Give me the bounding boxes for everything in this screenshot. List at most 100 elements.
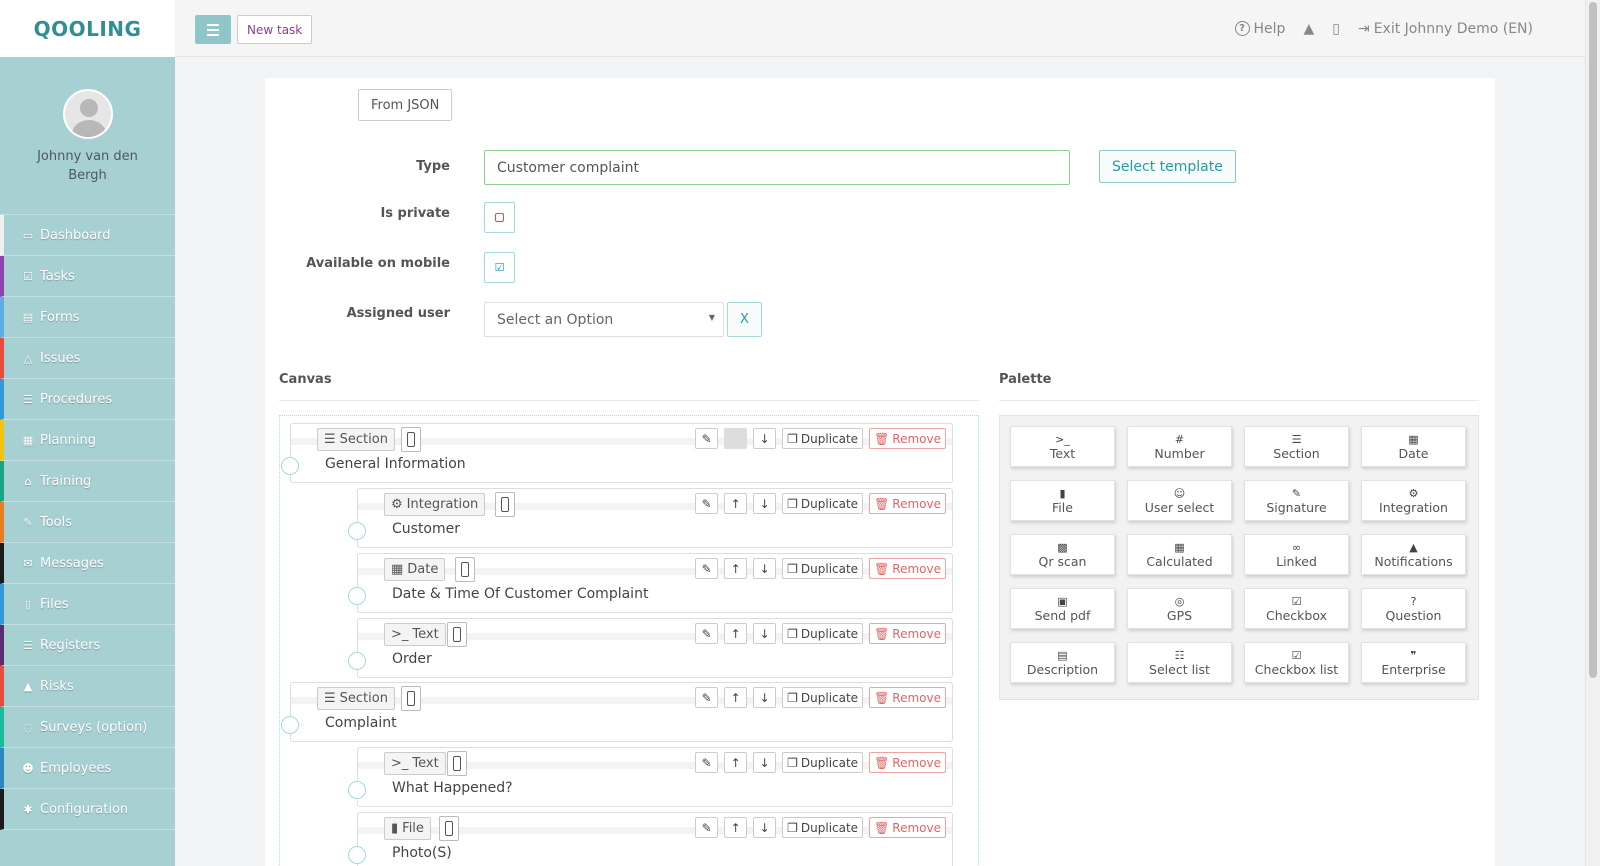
duplicate-button[interactable]: ❐ Duplicate: [782, 558, 864, 579]
mobile-icon[interactable]: [447, 622, 467, 647]
from-json-button[interactable]: From JSON: [358, 89, 453, 121]
duplicate-button[interactable]: ❐ Duplicate: [782, 752, 864, 773]
remove-button[interactable]: 🗑 Remove: [869, 817, 946, 838]
palette-item-section[interactable]: ☰ Section: [1244, 426, 1349, 467]
wrench-icon[interactable]: ✎: [695, 428, 719, 449]
palette-item-date[interactable]: ▦ Date: [1361, 426, 1466, 467]
canvas-element[interactable]: ☰ Section ✎ ↑ ↓ ❐ Duplicate 🗑 Remove Complaint: [281, 682, 953, 742]
arrow-up-icon[interactable]: ↑: [724, 623, 748, 644]
sidebar-item-risks[interactable]: ▲ Risks: [0, 666, 175, 707]
palette-item-select-list[interactable]: ☷ Select list: [1127, 642, 1232, 683]
app-logo[interactable]: QOOLING: [34, 17, 142, 41]
drag-handle[interactable]: [348, 781, 366, 799]
page-scrollbar[interactable]: [1585, 0, 1600, 866]
canvas-element[interactable]: ☰ Section ✎ ↓ ❐ Duplicate 🗑 Remove General Infor…: [281, 423, 953, 483]
duplicate-button[interactable]: ❐ Duplicate: [782, 428, 864, 449]
canvas-element[interactable]: ▮ File ✎ ↑ ↓ ❐ Duplicate 🗑 Remove Photo(S): [348, 812, 953, 866]
canvas-element[interactable]: >_ Text ✎ ↑ ↓ ❐ Duplicate 🗑 Remove Order: [348, 618, 953, 678]
sidebar-item-issues[interactable]: △ Issues: [0, 338, 175, 379]
avatar[interactable]: [62, 89, 113, 139]
palette-item-integration[interactable]: ⚙ Integration: [1361, 480, 1466, 521]
mobile-icon[interactable]: [401, 427, 421, 452]
logo-container[interactable]: QOOLING: [0, 0, 175, 57]
sidebar-item-configuration[interactable]: ✱ Configuration: [0, 789, 175, 830]
wrench-icon[interactable]: ✎: [695, 493, 719, 514]
duplicate-button[interactable]: ❐ Duplicate: [782, 817, 864, 838]
palette-item-linked[interactable]: ∞ Linked: [1244, 534, 1349, 575]
palette-item-notifications[interactable]: ▲ Notifications: [1361, 534, 1466, 575]
sidebar-item-employees[interactable]: ☻ Employees: [0, 748, 175, 789]
arrow-up-icon[interactable]: ↑: [724, 687, 748, 708]
duplicate-button[interactable]: ❐ Duplicate: [782, 687, 864, 708]
drag-handle[interactable]: [281, 716, 299, 734]
arrow-down-icon[interactable]: ↓: [753, 493, 777, 514]
sidebar-item-forms[interactable]: ▤ Forms: [0, 297, 175, 338]
palette-item-send-pdf[interactable]: ▣ Send pdf: [1010, 588, 1115, 629]
clear-assigned-user-button[interactable]: X: [727, 302, 762, 337]
sidebar-item-tasks[interactable]: ☑ Tasks: [0, 256, 175, 297]
available-mobile-checkbox[interactable]: ☑: [484, 252, 515, 283]
remove-button[interactable]: 🗑 Remove: [869, 623, 946, 644]
arrow-down-icon[interactable]: ↓: [753, 817, 777, 838]
form-canvas[interactable]: ☰ Section ✎ ↓ ❐ Duplicate 🗑 Remove General Infor…: [279, 415, 979, 866]
sidebar-item-messages[interactable]: ✉ Messages: [0, 543, 175, 584]
palette-item-text[interactable]: >_ Text: [1010, 426, 1115, 467]
duplicate-button[interactable]: ❐ Duplicate: [782, 493, 864, 514]
canvas-element[interactable]: ▦ Date ✎ ↑ ↓ ❐ Duplicate 🗑 Remove Date & Time Of …: [348, 553, 953, 613]
drag-handle[interactable]: [348, 846, 366, 864]
sidebar-item-dashboard[interactable]: ▭ Dashboard: [0, 215, 175, 256]
arrow-up-icon[interactable]: ↑: [724, 752, 748, 773]
remove-button[interactable]: 🗑 Remove: [869, 687, 946, 708]
wrench-icon[interactable]: ✎: [695, 687, 719, 708]
palette-item-gps[interactable]: ◎ GPS: [1127, 588, 1232, 629]
mobile-icon[interactable]: [495, 492, 515, 517]
arrow-down-icon[interactable]: ↓: [753, 687, 777, 708]
palette-item-checkbox[interactable]: ☑ Checkbox: [1244, 588, 1349, 629]
type-input[interactable]: Customer complaint: [484, 150, 1070, 185]
sidebar-item-procedures[interactable]: ☰ Procedures: [0, 379, 175, 420]
palette-item-number[interactable]: # Number: [1127, 426, 1232, 467]
sidebar-item-training[interactable]: ⌂ Training: [0, 461, 175, 502]
mobile-icon[interactable]: [455, 557, 475, 582]
drag-handle[interactable]: [348, 587, 366, 605]
sidebar-item-surveys-option[interactable]: ◌ Surveys (option): [0, 707, 175, 748]
new-task-button[interactable]: New task: [237, 15, 313, 44]
drag-handle[interactable]: [348, 652, 366, 670]
sidebar-item-planning[interactable]: ▦ Planning: [0, 420, 175, 461]
drag-handle[interactable]: [348, 522, 366, 540]
remove-button[interactable]: 🗑 Remove: [869, 558, 946, 579]
arrow-down-icon[interactable]: ↓: [753, 428, 777, 449]
palette-item-file[interactable]: ▮ File: [1010, 480, 1115, 521]
building-button[interactable]: ▯: [1332, 21, 1340, 37]
exit-link[interactable]: ⇥ Exit Johnny Demo (EN): [1358, 21, 1533, 37]
arrow-down-icon[interactable]: ↓: [753, 558, 777, 579]
arrow-up-icon[interactable]: ↑: [724, 817, 748, 838]
palette-item-enterprise[interactable]: ❞ Enterprise: [1361, 642, 1466, 683]
notifications-button[interactable]: ▲: [1303, 21, 1314, 37]
sidebar-item-tools[interactable]: ✎ Tools: [0, 502, 175, 543]
arrow-down-icon[interactable]: ↓: [753, 623, 777, 644]
remove-button[interactable]: 🗑 Remove: [869, 752, 946, 773]
arrow-down-icon[interactable]: ↓: [753, 752, 777, 773]
wrench-icon[interactable]: ✎: [695, 623, 719, 644]
duplicate-button[interactable]: ❐ Duplicate: [782, 623, 864, 644]
sidebar-item-files[interactable]: ▯ Files: [0, 584, 175, 625]
palette-item-qr-scan[interactable]: ▩ Qr scan: [1010, 534, 1115, 575]
arrow-up-icon[interactable]: ↑: [724, 493, 748, 514]
canvas-element[interactable]: >_ Text ✎ ↑ ↓ ❐ Duplicate 🗑 Remove What Happened?: [348, 747, 953, 807]
drag-handle[interactable]: [281, 457, 299, 475]
assigned-user-select[interactable]: Select an Option ▼: [484, 302, 724, 337]
sidebar-item-registers[interactable]: ☰ Registers: [0, 625, 175, 666]
palette-item-checkbox-list[interactable]: ☑ Checkbox list: [1244, 642, 1349, 683]
wrench-icon[interactable]: ✎: [695, 752, 719, 773]
palette-item-user-select[interactable]: ☺ User select: [1127, 480, 1232, 521]
mobile-icon[interactable]: [401, 686, 421, 711]
wrench-icon[interactable]: ✎: [695, 558, 719, 579]
wrench-icon[interactable]: ✎: [695, 817, 719, 838]
palette-item-question[interactable]: ? Question: [1361, 588, 1466, 629]
mobile-icon[interactable]: [447, 751, 467, 776]
palette-item-description[interactable]: ▤ Description: [1010, 642, 1115, 683]
scrollbar-thumb[interactable]: [1589, 2, 1597, 678]
menu-toggle-button[interactable]: [195, 15, 231, 44]
palette-item-calculated[interactable]: ▦ Calculated: [1127, 534, 1232, 575]
